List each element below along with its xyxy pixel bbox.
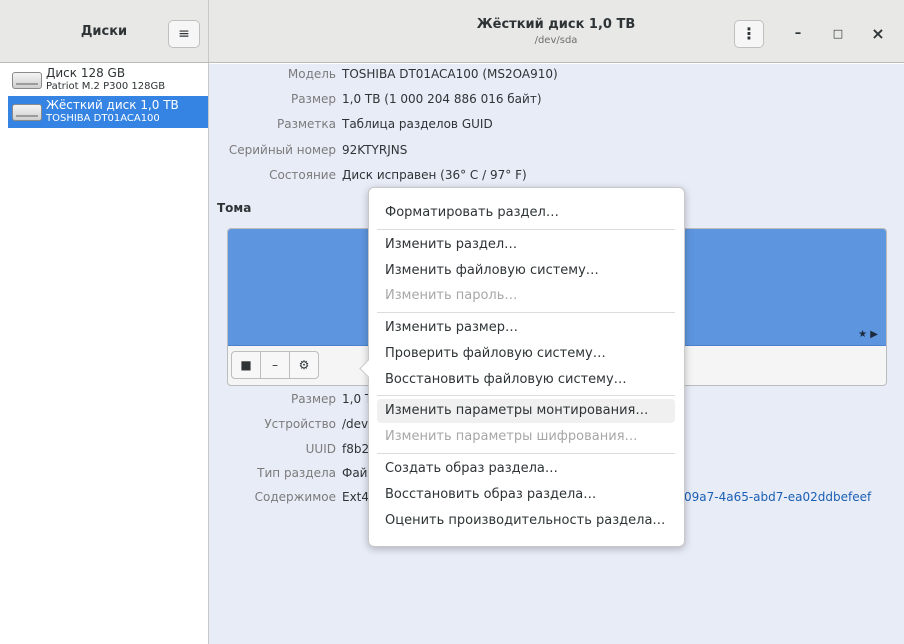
- menu-separator: [377, 229, 675, 230]
- menu-item-edit-filesystem[interactable]: Изменить файловую систему…: [377, 259, 675, 283]
- menu-item-edit-partition[interactable]: Изменить раздел…: [377, 233, 675, 257]
- hamburger-menu-icon[interactable]: ≡: [168, 20, 200, 48]
- info-row-model: Модель TOSHIBA DT01ACA100 (MS2OA910): [208, 67, 558, 87]
- harddisk-icon: [12, 72, 42, 89]
- menu-item-resize[interactable]: Изменить размер…: [377, 316, 675, 340]
- info-row-status: Состояние Диск исправен (36° C / 97° F): [208, 168, 527, 188]
- sidebar: Диск 128 GB Patriot M.2 P300 128GB Жёстк…: [0, 63, 209, 644]
- sidebar-disk-1tb[interactable]: Жёсткий диск 1,0 TB TOSHIBA DT01ACA100: [8, 96, 208, 128]
- info-row-serial: Серийный номер 92KTYRJNS: [208, 143, 408, 163]
- sidebar-disk-128gb[interactable]: Диск 128 GB Patriot M.2 P300 128GB: [8, 64, 208, 96]
- volumes-heading: Тома: [217, 201, 252, 215]
- disk-model: TOSHIBA DT01ACA100: [46, 113, 160, 124]
- menu-separator: [377, 453, 675, 454]
- vol-row-partition-type: Тип раздела Файло: [208, 466, 382, 486]
- delete-partition-icon[interactable]: –: [260, 351, 290, 379]
- info-label: UUID: [305, 442, 336, 456]
- menu-item-create-image[interactable]: Создать образ раздела…: [377, 457, 675, 481]
- info-value: 92KTYRJNS: [342, 143, 408, 157]
- info-label: Устройство: [264, 417, 336, 431]
- info-label: Состояние: [269, 168, 336, 182]
- vol-row-uuid: UUID f8b2c8: [208, 442, 384, 462]
- menu-item-benchmark[interactable]: Оценить производительность раздела…: [377, 509, 675, 533]
- info-label: Размер: [290, 92, 336, 106]
- menu-item-encryption-options: Изменить параметры шифрования…: [385, 429, 638, 444]
- header-bar: Диски ≡ Жёсткий диск 1,0 TB /dev/sda ⋮ –…: [0, 0, 904, 63]
- info-label: Модель: [287, 67, 336, 81]
- info-value: Таблица разделов GUID: [342, 117, 493, 131]
- partition-options-menu: Форматировать раздел… Изменить раздел… И…: [368, 187, 685, 547]
- stop-icon[interactable]: ■: [231, 351, 261, 379]
- disk-name: Жёсткий диск 1,0 TB: [46, 98, 179, 112]
- close-icon[interactable]: ×: [866, 22, 890, 46]
- info-value: Диск исправен (36° C / 97° F): [342, 168, 527, 182]
- kebab-menu-icon[interactable]: ⋮: [734, 20, 764, 48]
- info-label: Содержимое: [254, 490, 336, 504]
- maximize-icon[interactable]: □: [826, 22, 850, 46]
- app-window: Диски ≡ Жёсткий диск 1,0 TB /dev/sda ⋮ –…: [0, 0, 904, 644]
- info-row-size: Размер 1,0 TB (1 000 204 886 016 байт): [208, 92, 542, 112]
- mounted-star-icon: ★ ▶: [858, 329, 878, 340]
- harddisk-icon: [12, 104, 42, 121]
- menu-item-restore-image[interactable]: Восстановить образ раздела…: [377, 483, 675, 507]
- info-value: TOSHIBA DT01ACA100 (MS2OA910): [342, 67, 558, 81]
- sidebar-header: Диски ≡: [0, 0, 209, 62]
- info-label: Размер: [290, 392, 336, 406]
- info-label: Тип раздела: [257, 466, 336, 480]
- menu-item-change-passphrase: Изменить пароль…: [385, 288, 518, 303]
- disk-name: Диск 128 GB: [46, 66, 126, 80]
- menu-separator: [377, 395, 675, 396]
- vol-row-content: Содержимое Ext4 (в: [208, 490, 385, 510]
- menu-separator: [377, 312, 675, 313]
- menu-item-mount-options[interactable]: Изменить параметры монтирования…: [377, 399, 675, 423]
- disk-model: Patriot M.2 P300 128GB: [46, 81, 166, 92]
- info-row-partitioning: Разметка Таблица разделов GUID: [208, 117, 493, 137]
- info-label: Разметка: [277, 117, 336, 131]
- minimize-icon[interactable]: –: [786, 22, 810, 46]
- menu-item-check-filesystem[interactable]: Проверить файловую систему…: [377, 342, 675, 366]
- info-value: 1,0 TB (1 000 204 886 016 байт): [342, 92, 542, 106]
- vol-row-device: Устройство/dev/sc: [208, 417, 385, 437]
- menu-item-repair-filesystem[interactable]: Восстановить файловую систему…: [377, 368, 675, 392]
- gear-icon[interactable]: ⚙: [289, 351, 319, 379]
- menu-item-format[interactable]: Форматировать раздел…: [377, 201, 675, 225]
- vol-row-size: Размер 1,0 TB: [208, 392, 381, 412]
- mount-path-link[interactable]: 09a7-4a65-abd7-ea02ddbefeef: [684, 490, 871, 510]
- info-label: Серийный номер: [228, 143, 336, 157]
